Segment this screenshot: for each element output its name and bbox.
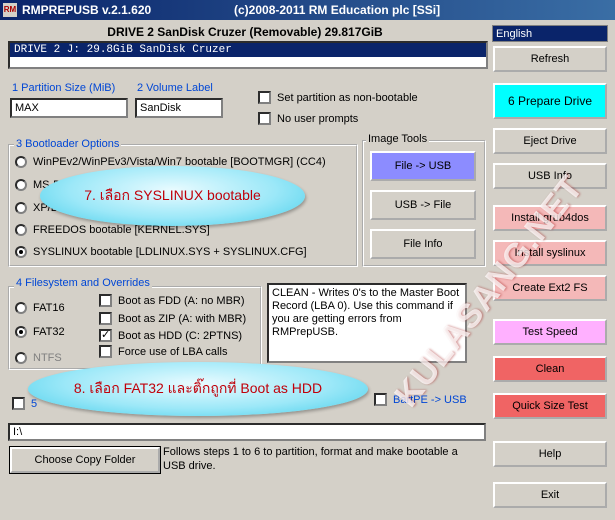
- fs-radio-selected[interactable]: [15, 326, 27, 338]
- instructions-text: Follows steps 1 to 6 to partition, forma…: [163, 446, 458, 472]
- filesystem-title: 4 Filesystem and Overrides: [14, 277, 152, 289]
- copy-files-checkbox[interactable]: [12, 397, 25, 410]
- description-box: CLEAN - Writes 0's to the Master Boot Re…: [267, 283, 467, 363]
- fs-option-fat32[interactable]: FAT32: [15, 326, 65, 338]
- title-bar: RM RMPREPUSB v.2.1.620 (c)2008-2011 RM E…: [0, 0, 615, 20]
- quick-size-test-button[interactable]: Quick Size Test: [493, 393, 607, 419]
- choose-copy-folder-button[interactable]: Choose Copy Folder: [9, 446, 161, 474]
- partition-size-input[interactable]: MAX: [10, 98, 128, 118]
- non-bootable-label: Set partition as non-bootable: [277, 91, 418, 104]
- fs-option-ntfs[interactable]: NTFS: [15, 352, 62, 364]
- bootloader-radio[interactable]: [15, 179, 27, 191]
- app-icon: RM: [3, 3, 17, 17]
- bootloader-option-label: SYSLINUX bootable [LDLINUX.SYS + SYSLINU…: [33, 246, 307, 258]
- install-syslinux-button[interactable]: Install syslinux: [493, 240, 607, 266]
- bootloader-option-syslinux[interactable]: SYSLINUX bootable [LDLINUX.SYS + SYSLINU…: [15, 246, 307, 258]
- override-checkbox-checked[interactable]: ✓: [99, 329, 112, 342]
- override-label: Boot as FDD (A: no MBR): [118, 294, 245, 307]
- bartpe-label: BartPE -> USB: [393, 393, 467, 406]
- bootloader-radio-selected[interactable]: [15, 246, 27, 258]
- help-button[interactable]: Help: [493, 441, 607, 467]
- override-checkbox[interactable]: [99, 294, 112, 307]
- volume-label-label: 2 Volume Label: [137, 82, 213, 94]
- create-ext2-button[interactable]: Create Ext2 FS: [493, 275, 607, 301]
- prepare-drive-button[interactable]: 6 Prepare Drive: [493, 83, 607, 119]
- no-prompts-checkbox[interactable]: [258, 112, 271, 125]
- language-select[interactable]: English: [492, 25, 608, 42]
- override-zip[interactable]: Boot as ZIP (A: with MBR): [99, 312, 246, 325]
- partition-size-label: 1 Partition Size (MiB): [12, 82, 116, 94]
- test-speed-button[interactable]: Test Speed: [493, 319, 607, 345]
- refresh-button[interactable]: Refresh: [493, 46, 607, 72]
- eject-drive-button[interactable]: Eject Drive: [493, 128, 607, 154]
- window-copyright: (c)2008-2011 RM Education plc [SSi]: [234, 3, 441, 17]
- file-info-button[interactable]: File Info: [370, 229, 476, 259]
- override-hdd[interactable]: ✓ Boot as HDD (C: 2PTNS): [99, 329, 242, 342]
- callout-step8: 8. เลือก FAT32 และติ๊กถูกที่ Boot as HDD: [28, 362, 368, 416]
- volume-label-input[interactable]: SanDisk: [135, 98, 223, 118]
- override-label: Boot as HDD (C: 2PTNS): [118, 329, 243, 342]
- no-prompts-label: No user prompts: [277, 112, 359, 125]
- window-title: RMPREPUSB v.2.1.620: [22, 3, 152, 17]
- fs-radio[interactable]: [15, 352, 27, 364]
- fs-option-fat16[interactable]: FAT16: [15, 302, 65, 314]
- fs-radio[interactable]: [15, 302, 27, 314]
- callout-step7: 7. เลือก SYSLINUX bootable: [40, 166, 305, 226]
- copy-files-label: 5: [31, 397, 38, 410]
- drive-header: DRIVE 2 SanDisk Cruzer (Removable) 29.81…: [107, 25, 383, 39]
- exit-button[interactable]: Exit: [493, 482, 607, 508]
- file-to-usb-button[interactable]: File -> USB: [370, 151, 476, 181]
- usb-info-button[interactable]: USB Info: [493, 163, 607, 189]
- fs-label: FAT32: [33, 326, 65, 338]
- fs-label: NTFS: [33, 352, 62, 364]
- install-grub4dos-button[interactable]: Install grub4dos: [493, 205, 607, 231]
- copy-files-option[interactable]: 5: [12, 397, 37, 410]
- fs-label: FAT16: [33, 302, 65, 314]
- clean-button[interactable]: Clean: [493, 356, 607, 382]
- no-prompts-option[interactable]: No user prompts: [258, 112, 358, 125]
- override-label: Force use of LBA calls: [118, 345, 228, 358]
- override-checkbox[interactable]: [99, 312, 112, 325]
- callout-step8-text: 8. เลือก FAT32 และติ๊กถูกที่ Boot as HDD: [73, 380, 323, 396]
- drive-list[interactable]: DRIVE 2 J: 29.8GiB SanDisk Cruzer: [8, 41, 488, 69]
- usb-to-file-button[interactable]: USB -> File: [370, 190, 476, 220]
- non-bootable-checkbox[interactable]: [258, 91, 271, 104]
- callout-step7-text: 7. เลือก SYSLINUX bootable: [84, 187, 261, 203]
- drive-list-item[interactable]: DRIVE 2 J: 29.8GiB SanDisk Cruzer: [10, 43, 486, 57]
- override-fdd[interactable]: Boot as FDD (A: no MBR): [99, 294, 245, 307]
- bootloader-radio[interactable]: [15, 156, 27, 168]
- image-tools-title: Image Tools: [366, 133, 430, 145]
- bootloader-title: 3 Bootloader Options: [14, 138, 122, 150]
- override-lba[interactable]: Force use of LBA calls: [99, 345, 227, 358]
- override-label: Boot as ZIP (A: with MBR): [118, 312, 247, 325]
- bootloader-radio[interactable]: [15, 202, 27, 214]
- bartpe-checkbox[interactable]: [374, 393, 387, 406]
- override-checkbox[interactable]: [99, 345, 112, 358]
- copy-folder-path-input[interactable]: I:\: [8, 423, 486, 441]
- bootloader-radio[interactable]: [15, 224, 27, 236]
- non-bootable-option[interactable]: Set partition as non-bootable: [258, 91, 418, 104]
- bartpe-option[interactable]: BartPE -> USB: [374, 393, 467, 406]
